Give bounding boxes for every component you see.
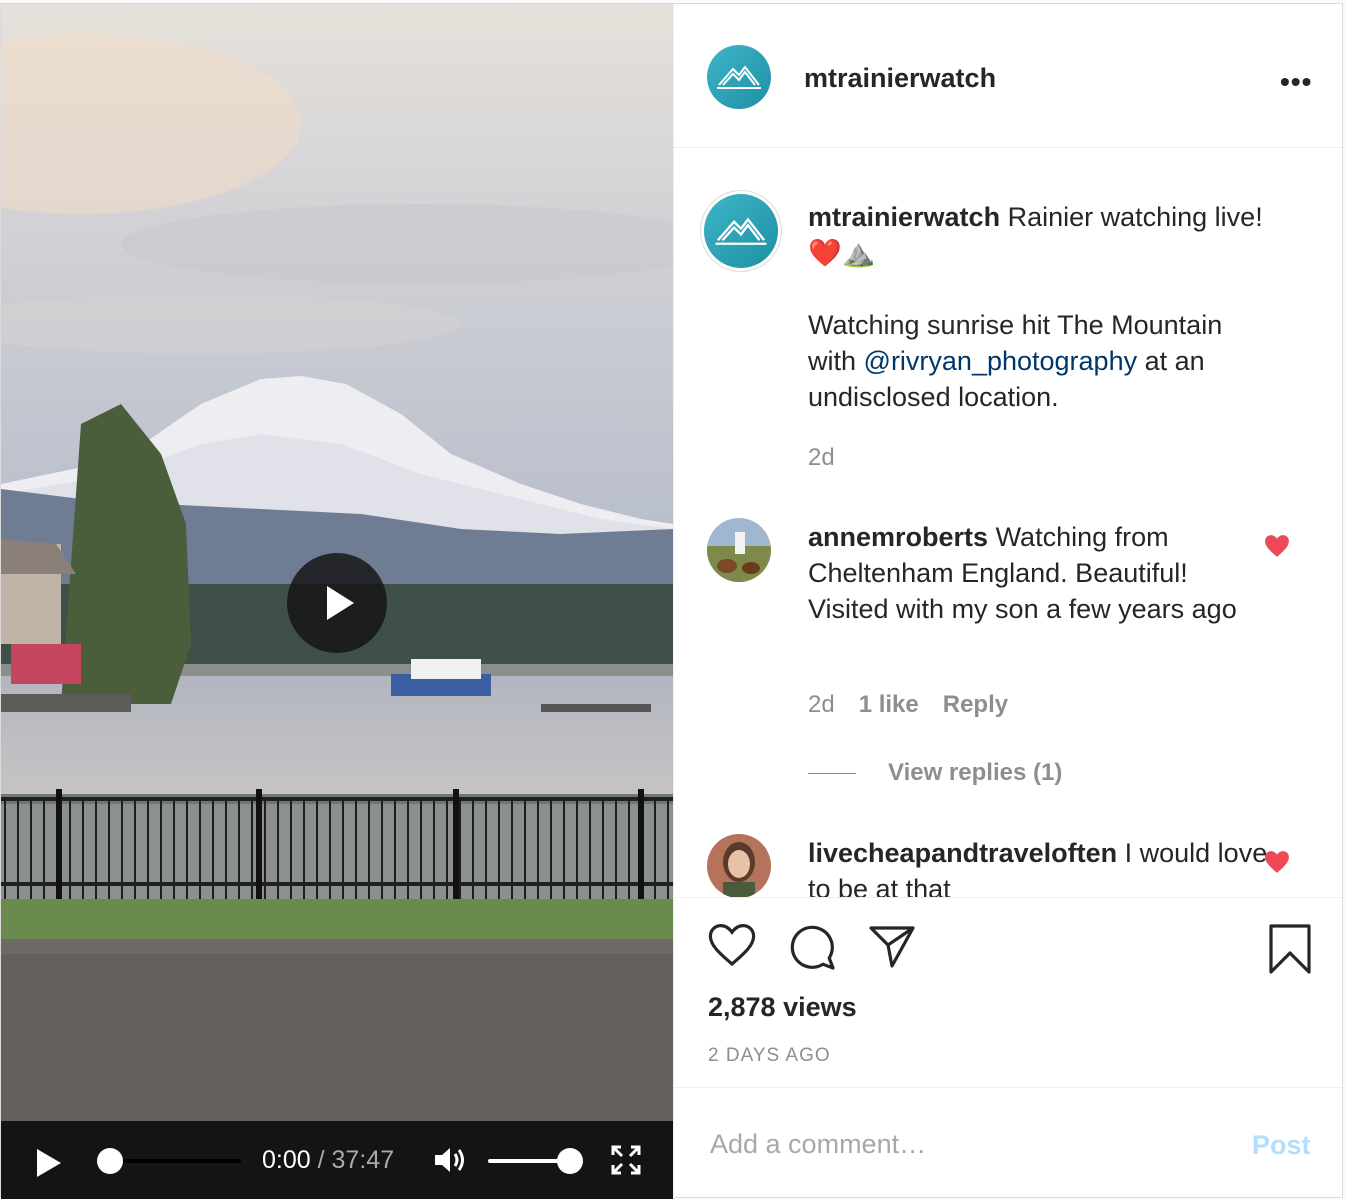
comments-list[interactable]: mtrainierwatch Rainier watching live! ❤️… (674, 149, 1342, 897)
caption-text: mtrainierwatch Rainier watching live! ❤️… (808, 199, 1268, 271)
save-bookmark-icon[interactable] (1268, 923, 1312, 975)
like-heart-icon[interactable] (708, 923, 756, 967)
comment-avatar[interactable] (707, 518, 771, 582)
post-sidebar: mtrainierwatch ••• mtrainierwatch Rainie… (673, 4, 1342, 1199)
comment-bubble-icon[interactable] (788, 923, 836, 971)
view-count[interactable]: 2,878 views (708, 992, 857, 1023)
comment-likes[interactable]: 1 like (859, 691, 919, 718)
header-username[interactable]: mtrainierwatch (804, 63, 996, 94)
time-current: 0:00 (262, 1146, 311, 1174)
video-player[interactable]: 0:00 / 37:47 (1, 4, 673, 1199)
post-header: mtrainierwatch ••• (674, 4, 1342, 148)
comment-input[interactable] (708, 1118, 1232, 1170)
caption-avatar[interactable] (704, 194, 778, 268)
seek-bar[interactable] (97, 1148, 241, 1174)
comment-text: livecheapandtraveloften I would love to … (808, 835, 1268, 897)
share-send-icon[interactable] (868, 923, 916, 971)
post-button[interactable]: Post (1252, 1130, 1311, 1161)
profile-avatar[interactable] (707, 45, 771, 109)
comment-avatar[interactable] (707, 834, 771, 897)
play-overlay-button[interactable] (287, 553, 387, 653)
comment-time: 2d (808, 691, 835, 718)
volume-icon[interactable] (433, 1145, 469, 1175)
time-total: 37:47 (331, 1146, 395, 1174)
comment-meta: 2d 1 like Reply (808, 691, 1032, 719)
caption-body: Watching sunrise hit The Mountain with @… (808, 307, 1268, 415)
more-options-icon[interactable]: ••• (1280, 66, 1312, 98)
post-frame: 0:00 / 37:47 mtrainierwatch ••• mtrainie… (0, 3, 1343, 1199)
comment-username[interactable]: livecheapandtraveloften (808, 838, 1117, 868)
video-controls: 0:00 / 37:47 (1, 1121, 673, 1199)
avatar-photo (707, 834, 771, 897)
caption-time: 2d (808, 444, 835, 471)
view-replies-label: View replies (1) (888, 759, 1063, 786)
liked-heart-icon[interactable] (1264, 850, 1290, 874)
comment-username[interactable]: annemroberts (808, 522, 988, 552)
volume-slider[interactable] (488, 1159, 568, 1163)
time-separator: / (317, 1146, 325, 1174)
add-comment-bar: Post (674, 1087, 1342, 1199)
seek-handle[interactable] (97, 1148, 123, 1174)
post-actions: 2,878 views 2 DAYS AGO (674, 897, 1342, 1087)
mountain-logo-icon (717, 65, 761, 89)
reply-button[interactable]: Reply (943, 691, 1008, 718)
mountain-logo-icon (715, 217, 767, 245)
liked-heart-icon[interactable] (1264, 534, 1290, 558)
caption-username[interactable]: mtrainierwatch (808, 202, 1000, 232)
mention-link[interactable]: @rivryan_photography (864, 346, 1138, 376)
time-display: 0:00 / 37:47 (262, 1146, 394, 1175)
post-date: 2 DAYS AGO (708, 1045, 831, 1066)
play-icon[interactable] (37, 1149, 61, 1177)
volume-handle[interactable] (557, 1148, 583, 1174)
comment-text: annemroberts Watching from Cheltenham En… (808, 519, 1268, 627)
avatar-photo (707, 518, 771, 582)
view-replies-button[interactable]: View replies (1) (808, 759, 1062, 787)
fullscreen-icon[interactable] (611, 1145, 641, 1175)
caption-meta: 2d (808, 444, 859, 472)
